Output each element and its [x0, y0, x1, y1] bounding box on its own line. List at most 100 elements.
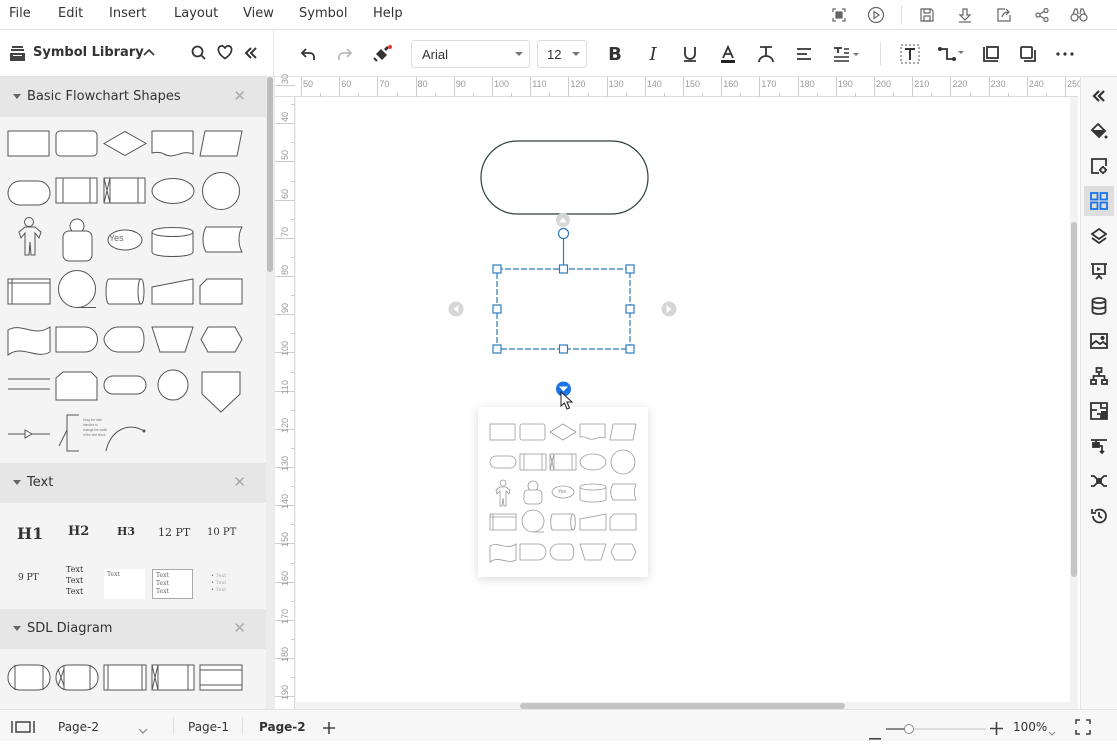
popup-shape-display[interactable]	[549, 543, 575, 561]
font-size-select[interactable]: 12	[537, 40, 587, 68]
bold-button[interactable]: B	[603, 42, 627, 66]
canvas-vertical-scrollbar[interactable]	[1070, 97, 1078, 702]
connector-icon[interactable]	[1084, 431, 1114, 461]
library-scrollbar[interactable]	[266, 77, 275, 709]
popup-shape-rounded-rect[interactable]	[519, 423, 546, 441]
sdl-shape-text-extension[interactable]	[199, 664, 243, 691]
popup-shape-terminator[interactable]	[489, 455, 517, 469]
export-icon[interactable]	[994, 5, 1014, 25]
undo-button[interactable]	[296, 42, 320, 66]
popup-shape-internal-storage[interactable]	[489, 513, 517, 531]
floor-plan-icon[interactable]	[1084, 396, 1114, 426]
shape-predefined-process[interactable]	[55, 177, 98, 204]
close-section-icon[interactable]: ✕	[233, 87, 246, 105]
popup-shape-direct-data[interactable]	[550, 513, 576, 531]
collapse-library-icon[interactable]	[142, 44, 156, 63]
shape-cylinder-horizontal[interactable]	[151, 227, 194, 257]
collapse-icon[interactable]	[1084, 81, 1114, 111]
shape-stored-data-x[interactable]	[103, 177, 146, 204]
popup-shape-decision[interactable]	[549, 423, 577, 441]
symbol-library-icon[interactable]	[1084, 186, 1114, 216]
zoom-in-button[interactable]	[990, 720, 1003, 739]
quick-add-up-arrow-icon[interactable]	[556, 213, 570, 227]
menu-symbol[interactable]: Symbol	[299, 6, 347, 21]
quick-add-left-arrow-icon[interactable]	[448, 301, 464, 317]
favorites-icon[interactable]	[217, 45, 233, 64]
shape-display[interactable]	[103, 326, 145, 353]
shape-sequential-data[interactable]	[58, 270, 97, 308]
canvas-selected-rectangle[interactable]	[496, 268, 631, 350]
close-section-icon[interactable]: ✕	[233, 473, 246, 491]
shape-punched-tape[interactable]	[7, 326, 51, 357]
align-button[interactable]	[792, 42, 816, 66]
shape-internal-storage[interactable]	[7, 278, 51, 305]
text-lines[interactable]: Text Text Text	[66, 564, 83, 597]
history-icon[interactable]	[1084, 501, 1114, 531]
shape-arc[interactable]	[105, 426, 146, 452]
popup-shape-user[interactable]	[523, 480, 543, 505]
underline-button[interactable]	[678, 42, 702, 66]
fit-screen-icon[interactable]	[1075, 719, 1091, 739]
image-icon[interactable]	[1084, 326, 1114, 356]
drawing-page[interactable]	[296, 97, 1070, 702]
shape-document[interactable]	[151, 130, 194, 157]
shape-direct-data[interactable]	[105, 278, 145, 305]
popup-shape-stored-data[interactable]	[610, 483, 637, 501]
popup-shape-card[interactable]	[609, 513, 637, 531]
close-section-icon[interactable]: ✕	[233, 619, 246, 637]
shape-manual-input[interactable]	[151, 278, 194, 305]
shape-circle[interactable]	[202, 172, 240, 210]
tab-page-2[interactable]: Page-2	[259, 720, 306, 734]
send-back-button[interactable]	[1016, 42, 1040, 66]
more-button[interactable]	[1053, 42, 1077, 66]
popup-shape-predefined-process[interactable]	[519, 453, 547, 471]
connection-point-handle[interactable]	[557, 227, 570, 240]
shape-settings-icon[interactable]	[1084, 151, 1114, 181]
text-box-bordered[interactable]: Text Text Text	[152, 569, 193, 599]
text-bullet-list[interactable]: • Text • Text • Text	[211, 573, 226, 594]
redo-button[interactable]	[333, 42, 357, 66]
font-color-button[interactable]	[716, 42, 740, 66]
italic-button[interactable]: I	[641, 42, 665, 66]
canvas-terminator-shape[interactable]	[480, 140, 649, 215]
shape-user[interactable]	[62, 218, 93, 262]
menu-layout[interactable]: Layout	[174, 6, 218, 21]
shape-ellipse[interactable]	[151, 178, 195, 204]
zoom-slider-handle[interactable]	[904, 724, 914, 734]
format-painter-button[interactable]	[371, 42, 395, 66]
popup-shape-data[interactable]	[609, 423, 637, 441]
share-icon[interactable]	[1032, 5, 1052, 25]
menu-file[interactable]: File	[9, 6, 31, 21]
popup-shape-sequential-data[interactable]	[521, 509, 545, 533]
sdl-shape-stop[interactable]	[55, 664, 99, 691]
download-icon[interactable]	[955, 5, 975, 25]
popup-shape-manual-operation[interactable]	[579, 543, 607, 561]
section-header-basic-flowchart[interactable]: Basic Flowchart Shapes ✕	[0, 77, 266, 117]
text-box-button[interactable]	[898, 42, 922, 66]
popup-shape-preparation[interactable]	[610, 543, 637, 561]
sdl-shape-procedure[interactable]	[103, 664, 147, 691]
text-12pt[interactable]: 12 PT	[158, 526, 190, 539]
popup-shape-ellipse[interactable]	[579, 453, 607, 471]
zoom-out-button[interactable]	[869, 725, 881, 744]
shape-preparation[interactable]	[200, 326, 243, 353]
shape-loop-limit[interactable]	[55, 371, 98, 401]
menu-insert[interactable]: Insert	[109, 6, 146, 21]
shape-terminator[interactable]	[7, 180, 51, 206]
shape-decision[interactable]	[102, 130, 148, 157]
popup-shape-delay[interactable]	[519, 543, 547, 561]
shape-actor[interactable]	[18, 217, 42, 256]
text-block[interactable]: Text	[104, 569, 145, 599]
popup-shape-actor[interactable]	[495, 479, 511, 507]
section-header-sdl[interactable]: SDL Diagram ✕	[0, 609, 266, 649]
layers-icon[interactable]	[1084, 221, 1114, 251]
bring-front-button[interactable]	[979, 42, 1003, 66]
shape-rounded-terminator[interactable]	[103, 375, 147, 395]
zoom-slider[interactable]	[886, 724, 986, 734]
shape-off-page-connector[interactable]	[201, 371, 241, 413]
popup-shape-punched-tape[interactable]	[489, 543, 517, 563]
sdl-shape-macro[interactable]	[151, 664, 195, 691]
menu-view[interactable]: View	[243, 6, 274, 21]
popup-shape-document[interactable]	[579, 423, 606, 440]
popup-shape-circle[interactable]	[610, 449, 636, 475]
